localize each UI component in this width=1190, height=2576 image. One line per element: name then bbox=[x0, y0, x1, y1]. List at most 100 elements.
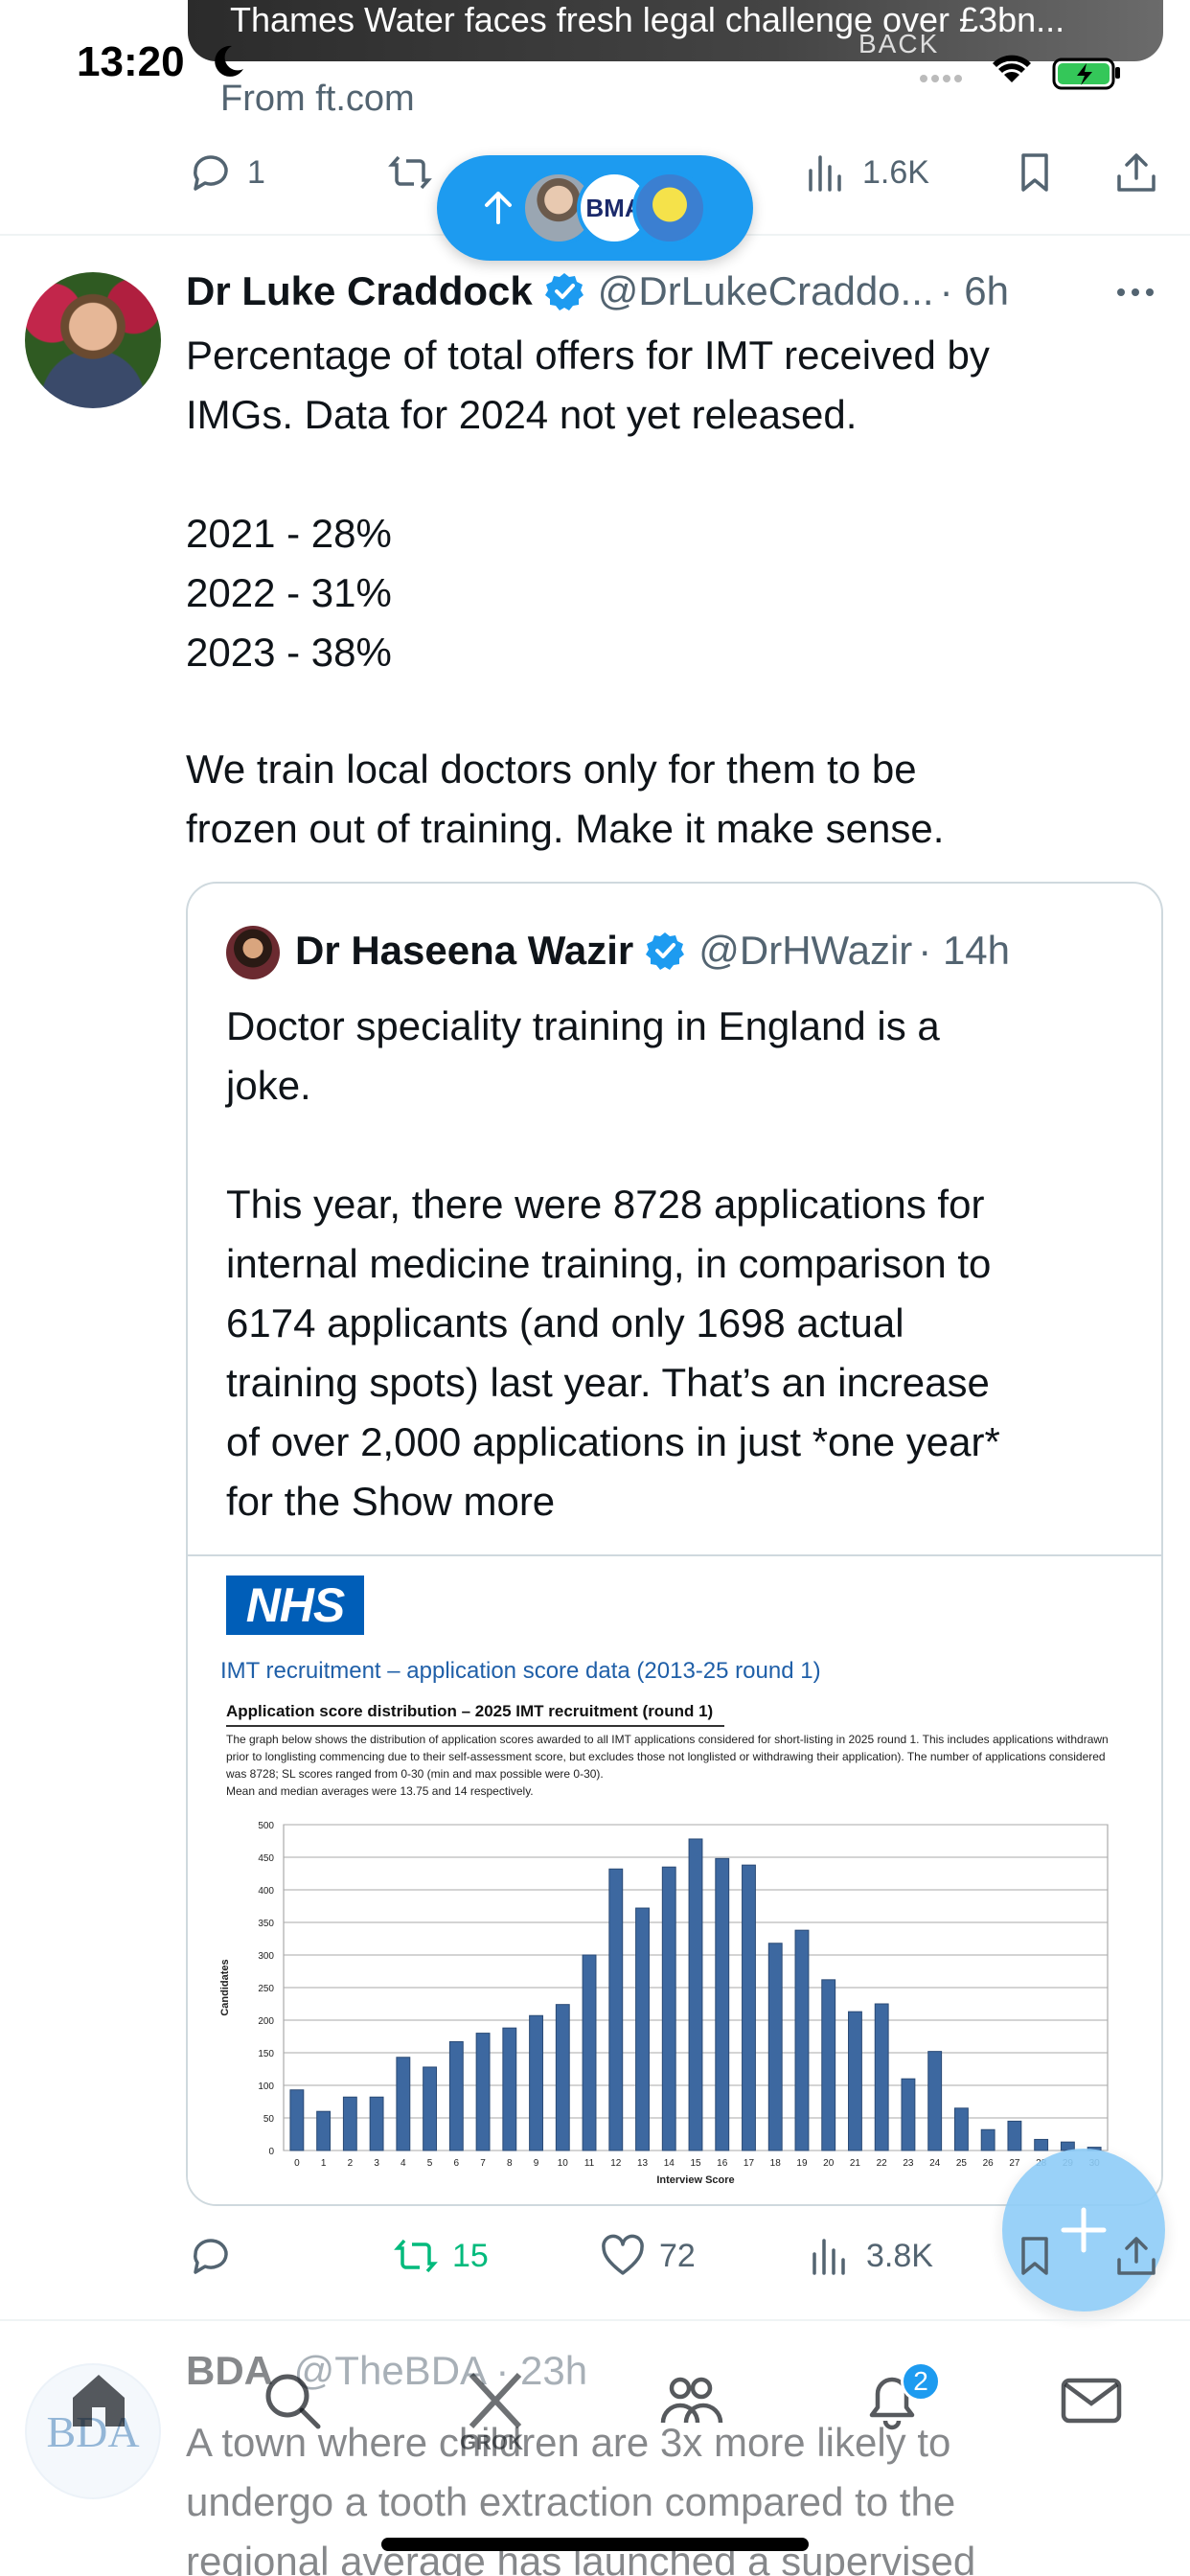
chart-bar bbox=[688, 1838, 703, 2151]
y-tick-label: 0 bbox=[268, 2147, 274, 2157]
chart-bar bbox=[396, 2057, 411, 2151]
views-chart-icon bbox=[812, 2239, 845, 2275]
bookmark-icon[interactable] bbox=[1012, 2233, 1058, 2279]
arrow-up-icon bbox=[485, 192, 512, 224]
quoted-author-handle: @DrHWazir bbox=[698, 928, 913, 973]
x-tick-label: 9 bbox=[534, 2158, 539, 2169]
x-tick-label: 18 bbox=[770, 2158, 782, 2169]
chart-bar bbox=[608, 1868, 624, 2151]
reply-count: 1 bbox=[247, 153, 265, 191]
repost-icon bbox=[394, 2239, 438, 2273]
chart-bar bbox=[502, 2027, 517, 2151]
tab-grok[interactable] bbox=[462, 2367, 529, 2434]
x-tick-label: 17 bbox=[744, 2158, 755, 2169]
grok-icon bbox=[469, 2372, 522, 2429]
compose-post-button[interactable] bbox=[1002, 2149, 1165, 2312]
link-source-label[interactable]: From ft.com bbox=[220, 79, 415, 120]
search-icon bbox=[265, 2374, 321, 2429]
chart-bar bbox=[742, 1864, 756, 2151]
share-button[interactable] bbox=[1113, 150, 1159, 196]
tab-search[interactable] bbox=[259, 2367, 326, 2434]
reply-icon bbox=[194, 2239, 228, 2274]
show-more-link[interactable]: Show more bbox=[352, 1479, 555, 1524]
chart-bar bbox=[767, 1943, 783, 2151]
tweet-line: 2022 - 31% bbox=[186, 570, 392, 615]
author-handle[interactable]: @DrLukeCraddo... bbox=[598, 268, 934, 314]
author-name[interactable]: Dr Luke Craddock bbox=[186, 268, 533, 314]
y-tick-label: 350 bbox=[258, 1919, 274, 1929]
x-tick-label: 24 bbox=[929, 2158, 941, 2169]
chart-bar bbox=[289, 2089, 305, 2151]
next-line: undergo a tooth extraction compared to t… bbox=[186, 2479, 956, 2524]
x-tick-label: 1 bbox=[321, 2158, 327, 2169]
chart-bar bbox=[555, 2004, 570, 2151]
y-tick-label: 50 bbox=[263, 2114, 275, 2125]
quoted-author-avatar bbox=[226, 926, 280, 979]
y-tick-label: 300 bbox=[258, 1951, 274, 1962]
like-count: 72 bbox=[659, 2237, 696, 2274]
quoted-line: Doctor speciality training in England is… bbox=[226, 1003, 940, 1048]
x-tick-label: 6 bbox=[454, 2158, 460, 2169]
repost-button[interactable] bbox=[387, 150, 433, 196]
y-tick-label: 150 bbox=[258, 2049, 274, 2059]
home-indicator bbox=[381, 2538, 809, 2551]
chart-bar bbox=[821, 1979, 836, 2151]
x-tick-label: 2 bbox=[348, 2158, 354, 2169]
repost-button[interactable]: 15 bbox=[393, 2233, 489, 2279]
x-tick-label: 10 bbox=[558, 2158, 569, 2169]
share-icon[interactable] bbox=[1113, 2233, 1159, 2279]
plus-icon bbox=[1061, 2207, 1107, 2253]
verified-badge-icon bbox=[646, 932, 685, 970]
new-posts-pill[interactable]: BMA bbox=[437, 155, 753, 261]
communities-icon bbox=[660, 2377, 723, 2424]
tweet-header: Dr Luke Craddock @DrLukeCraddo... · 6h bbox=[186, 263, 1009, 320]
like-button[interactable]: 72 bbox=[600, 2233, 696, 2279]
quoted-tweet-time: · 14h bbox=[918, 928, 1011, 973]
bookmark-button[interactable] bbox=[1012, 150, 1058, 196]
quoted-line: This year, there were 8728 applications … bbox=[226, 1182, 985, 1227]
repost-icon bbox=[388, 155, 432, 190]
x-tick-label: 20 bbox=[823, 2158, 835, 2169]
chart-bar bbox=[794, 1929, 810, 2151]
document-subtitle: Application score distribution – 2025 IM… bbox=[226, 1702, 714, 1720]
tweet-text-conclusion: We train local doctors only for them to … bbox=[186, 740, 1144, 859]
views-button[interactable]: 3.8K bbox=[807, 2233, 933, 2279]
more-options-icon[interactable] bbox=[1111, 278, 1159, 307]
tab-communities[interactable] bbox=[657, 2367, 724, 2434]
battery-charging-icon bbox=[1052, 58, 1120, 90]
y-tick-label: 250 bbox=[258, 1984, 274, 1994]
tweet-stats-list: 2021 - 28% 2022 - 31% 2023 - 38% bbox=[186, 504, 1144, 682]
tab-messages[interactable] bbox=[1058, 2367, 1125, 2434]
x-tick-label: 12 bbox=[610, 2158, 622, 2169]
views-button[interactable]: 1.6K bbox=[803, 150, 929, 196]
chart-bar bbox=[1034, 2138, 1049, 2151]
chart-bar bbox=[529, 2014, 543, 2151]
quoted-media-image[interactable]: NHS IMT recruitment – application score … bbox=[188, 1554, 1161, 2204]
x-tick-label: 14 bbox=[664, 2158, 675, 2169]
x-tick-label: 8 bbox=[507, 2158, 513, 2169]
x-tick-label: 22 bbox=[877, 2158, 888, 2169]
chart-bar bbox=[953, 2107, 969, 2151]
y-tick-label: 100 bbox=[258, 2082, 274, 2092]
wifi-icon bbox=[993, 55, 1031, 82]
chart-bar bbox=[342, 2096, 357, 2151]
x-tick-label: 25 bbox=[956, 2158, 968, 2169]
author-avatar[interactable] bbox=[25, 272, 161, 408]
reply-button[interactable]: 1 bbox=[188, 150, 265, 196]
chart-bar bbox=[369, 2096, 384, 2151]
views-count: 1.6K bbox=[862, 153, 929, 191]
reply-button[interactable] bbox=[188, 2233, 234, 2279]
status-bar: Thames Water faces fresh legal challenge… bbox=[0, 0, 1190, 115]
quoted-tweet-header: Dr Haseena Wazir @DrHWazir · 14h bbox=[295, 920, 1010, 981]
chart-bar bbox=[661, 1866, 676, 2151]
quoted-line: 6174 applicants (and only 1698 actual bbox=[226, 1300, 904, 1346]
chart-bar bbox=[1007, 2120, 1022, 2151]
bottom-tab-bar bbox=[0, 2338, 1190, 2472]
quoted-line: for the bbox=[226, 1479, 352, 1524]
chart-bar bbox=[848, 2011, 862, 2151]
tab-home[interactable] bbox=[65, 2367, 132, 2434]
document-description: The graph below shows the distribution o… bbox=[226, 1733, 1109, 1781]
new-post-avatar bbox=[632, 171, 707, 245]
views-chart-icon bbox=[809, 155, 841, 192]
quoted-tweet-card[interactable]: Dr Haseena Wazir @DrHWazir · 14h Doctor … bbox=[186, 882, 1163, 2206]
